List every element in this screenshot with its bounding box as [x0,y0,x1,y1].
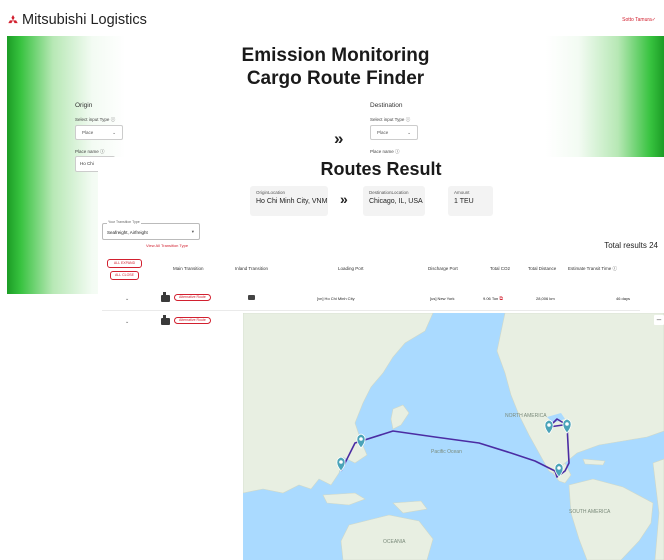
finder-title-line2: Cargo Route Finder [246,68,425,89]
south-america-landmass [568,478,654,560]
origin-location-card: OriginLocation Ho Chi Minh City, VNM [250,186,328,216]
destination-location-value: Chicago, IL, USA [369,198,423,205]
origin-input-type-value: Place [82,130,94,135]
distance-cell: 28,006 km [536,296,555,301]
discharge-port-cell: [us] New York [430,296,455,301]
expand-all-button[interactable]: ALL EXPAND [107,259,142,268]
route-map[interactable]: NORTH AMERICA Pacific Ocean SOUTH AMERIC… [243,313,664,560]
origin-location-label: OriginLocation [256,190,286,195]
destination-location-label: DestinationLocation [369,190,409,195]
map-minimize-button[interactable]: – [654,315,664,325]
column-header-total-co2: Total CO2 [490,266,511,271]
indonesia-islands [322,492,366,506]
results-title: Routes Result [320,159,442,179]
destination-input-type-value: Place [377,130,389,135]
co2-value: 9.06 Ton [483,296,499,301]
routes-result-panel: Routes Result OriginLocation Ho Chi Minh… [98,157,664,325]
origin-location-value: Ho Chi Minh City, VNM [256,198,328,205]
chevron-down-icon: ▾ [191,229,194,234]
destination-input-type-label: Select input Type ⓘ [370,117,411,122]
caribbean-islands [582,458,606,466]
transition-type-legend: Your Transition Type [107,220,141,224]
view-all-transition-link[interactable]: View All Transition Type [146,243,188,248]
north-america-landmass [496,313,664,478]
transition-type-value: Seafreight, Airfreight [107,230,148,235]
label-south-america: SOUTH AMERICA [569,509,611,515]
column-header-total-distance: Total Distance [528,266,557,271]
truck-icon [248,295,255,300]
column-header-inland-transition: Inland Transition [235,266,269,271]
route-arrow-icon: » [340,191,348,207]
brand-logo[interactable]: Mitsubishi Logistics [7,12,147,28]
swap-direction-icon[interactable]: » [334,129,343,149]
alternative-route-badge: Alternative Route [174,294,211,301]
destination-place-label: Place name ⓘ [370,149,400,154]
ship-icon [161,315,170,325]
close-all-button[interactable]: ALL CLOSE [110,271,139,280]
world-map-canvas: NORTH AMERICA Pacific Ocean SOUTH AMERIC… [243,313,664,560]
australia-landmass [340,514,434,560]
origin-input-type-label: Select input Type ⓘ [75,117,116,122]
amount-value: 1 TEU [454,198,474,205]
label-oceania: OCEANIA [383,539,406,545]
co2-cell: 9.06 Ton ⧉ [483,296,503,302]
chevron-down-icon: ⌄ [407,130,411,135]
top-navigation-bar: Mitsubishi Logistics Sotto Tamura✓ [0,0,664,38]
column-header-main-transition: Main Transition [173,266,204,271]
finder-title: Emission Monitoring Cargo Route Finder [7,44,664,90]
destination-input-type-select[interactable]: Place ⌄ [370,125,418,140]
origin-heading: Origin [75,102,93,109]
transit-time-cell: 46 days [616,296,631,301]
papua-island [392,500,428,514]
brand-name: Mitsubishi Logistics [22,12,147,28]
user-account-link[interactable]: Sotto Tamura✓ [622,17,656,23]
chevron-down-icon[interactable]: ⌄ [125,296,129,302]
amount-label: Amount [454,190,470,195]
row-divider [102,310,640,311]
destination-heading: Destination [370,102,403,109]
ship-icon [161,292,170,302]
origin-place-label: Place name ⓘ [75,149,105,154]
chevron-down-icon: ⌄ [112,130,116,135]
destination-location-card: DestinationLocation Chicago, IL, USA [363,186,425,216]
mitsubishi-diamonds-icon [8,14,18,23]
japan-island [390,404,410,430]
column-header-loading-port: Loading Port [338,266,364,271]
transition-type-select[interactable]: Your Transition Type Seafreight, Airfrei… [102,220,200,240]
label-north-america: NORTH AMERICA [505,413,547,419]
column-header-discharge-port: Discharge Port [428,266,458,271]
total-results: Total results 24 [604,241,658,250]
alternative-route-badge: Alternative Route [174,317,211,324]
amount-card: Amount 1 TEU [448,186,493,216]
finder-title-line1: Emission Monitoring [241,45,430,66]
africa-edge [652,458,664,560]
table-row[interactable]: ⌄ Alternative Route [vn] Ho Chi Minh Cit… [98,289,664,311]
column-header-transit-time: Estimate Transit Time ⓘ [568,266,618,271]
origin-input-type-select[interactable]: Place ⌄ [75,125,123,140]
chevron-down-icon[interactable]: ⌄ [125,319,129,325]
loading-port-cell: [vn] Ho Chi Minh City [317,296,355,301]
label-pacific-ocean: Pacific Ocean [431,449,462,455]
external-link-icon[interactable]: ⧉ [499,296,503,302]
